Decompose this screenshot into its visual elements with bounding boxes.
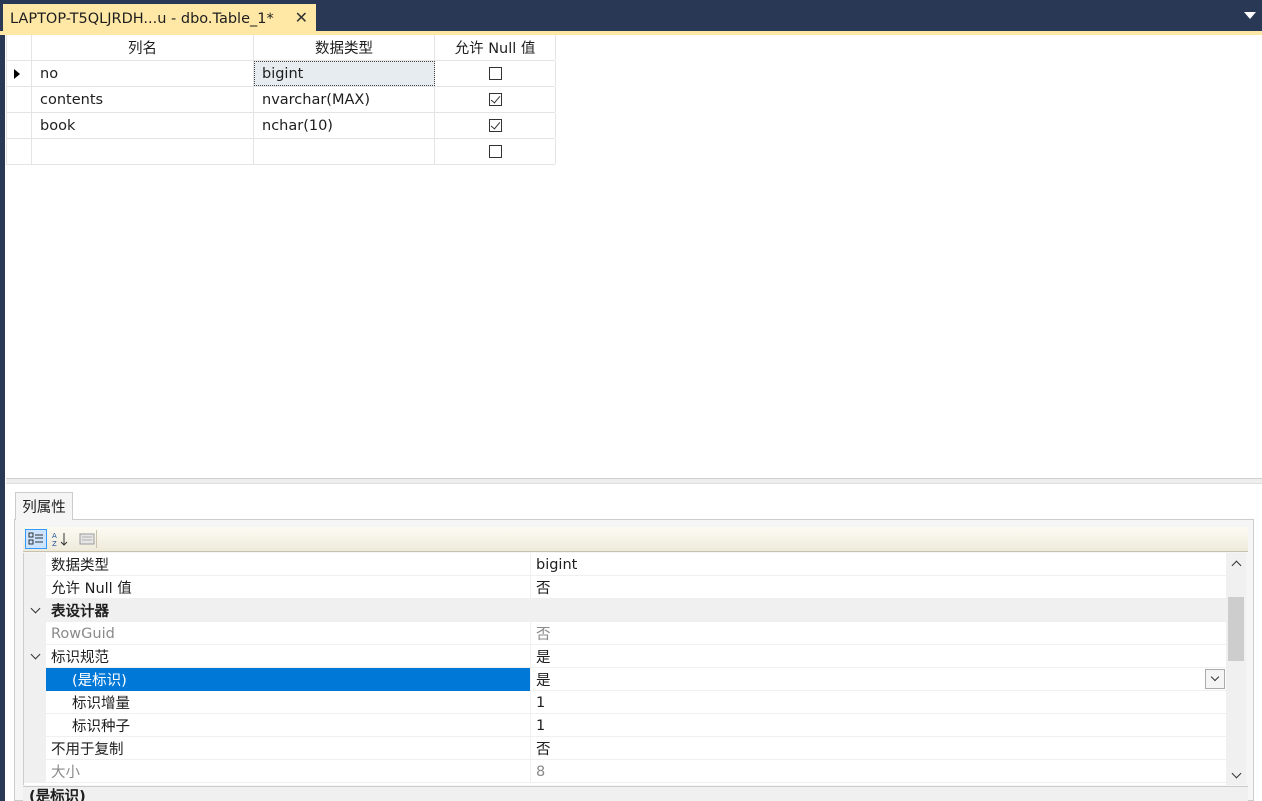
property-value[interactable]: 1 [530,691,1226,714]
chevron-down-icon[interactable] [30,603,40,614]
dropdown-button[interactable] [1205,669,1225,689]
property-value [530,599,1226,622]
allow-null-checkbox[interactable] [488,119,502,132]
property-value: 8 [530,760,1226,783]
tab-list-dropdown-icon[interactable] [1244,12,1256,19]
row-header-corner [7,35,32,60]
property-name: 数据类型 [51,558,109,574]
column-header-allow-null[interactable]: 允许 Null 值 [435,35,556,60]
data-type-cell[interactable]: nchar(10) [254,113,435,138]
scroll-up-button[interactable] [1226,553,1246,573]
property-value: 是 [536,673,551,689]
allow-null-cell [435,61,556,86]
property-name: 标识种子 [72,719,130,735]
sort-alphabetical-icon[interactable]: AZ [49,529,71,549]
allow-null-cell [435,139,556,164]
property-value[interactable]: 否 [530,576,1226,599]
column-name-cell[interactable] [32,139,254,164]
column-name-cell[interactable]: contents [32,87,254,112]
property-name: 不用于复制 [51,742,124,758]
property-row-is-identity[interactable]: (是标识) 是 [24,668,1226,691]
allow-null-checkbox[interactable] [488,145,502,158]
table-designer-grid: 列名 数据类型 允许 Null 值 no bigint contents nva… [6,35,556,165]
scroll-down-button[interactable] [1226,765,1246,785]
row-selector[interactable] [7,113,32,138]
property-row[interactable]: 大小 8 [24,760,1226,783]
category-name: 表设计器 [51,604,109,620]
property-row[interactable]: 标识种子 1 [24,714,1226,737]
column-name-cell[interactable]: no [32,61,254,86]
property-name: RowGuid [51,625,115,642]
property-row[interactable]: RowGuid 否 [24,622,1226,645]
allow-null-cell [435,87,556,112]
data-type-cell[interactable] [254,139,435,164]
property-name: 大小 [51,765,80,781]
chevron-down-icon [1231,768,1241,778]
properties-toolbar: AZ [23,527,1248,552]
column-name-cell[interactable]: book [32,113,254,138]
document-tab-title: LAPTOP-T5QLJRDH...u - dbo.Table_1* [10,10,274,27]
document-tab-strip: LAPTOP-T5QLJRDH...u - dbo.Table_1* ✕ [0,0,1262,33]
property-category-table-designer[interactable]: 表设计器 [24,599,1226,622]
data-type-cell[interactable]: nvarchar(MAX) [254,87,435,112]
svg-text:Z: Z [52,540,57,547]
row-selector[interactable] [7,61,32,86]
property-value-dropdown[interactable]: 是 [530,668,1226,691]
close-icon[interactable]: ✕ [295,10,308,26]
property-value[interactable]: 否 [530,737,1226,760]
property-row[interactable]: 允许 Null 值 否 [24,576,1226,599]
row-selector[interactable] [7,139,32,164]
window-frame [0,35,5,801]
property-row-identity-spec[interactable]: 标识规范 是 [24,645,1226,668]
property-name: (是标识) [46,668,530,691]
table-row[interactable]: book nchar(10) [7,113,556,139]
property-value: 否 [530,622,1226,645]
table-row[interactable]: no bigint [7,61,556,87]
allow-null-checkbox[interactable] [488,67,502,80]
property-name: 标识规范 [51,650,109,666]
property-value[interactable]: bigint [530,553,1226,576]
property-row[interactable]: 不用于复制 否 [24,737,1226,760]
row-selector[interactable] [7,87,32,112]
table-row[interactable]: contents nvarchar(MAX) [7,87,556,113]
allow-null-checkbox[interactable] [488,93,502,106]
property-grid-scrollbar[interactable] [1226,553,1246,785]
chevron-down-icon[interactable] [30,649,40,660]
scrollbar-thumb[interactable] [1228,597,1244,661]
document-tab[interactable]: LAPTOP-T5QLJRDH...u - dbo.Table_1* ✕ [3,4,316,33]
property-value[interactable]: 1 [530,714,1226,737]
data-type-cell[interactable]: bigint [254,61,435,86]
chevron-down-icon [1210,672,1220,682]
property-value[interactable]: 是 [530,645,1226,668]
tab-column-properties[interactable]: 列属性 [15,492,73,520]
column-header-type[interactable]: 数据类型 [254,35,435,60]
property-row[interactable]: 数据类型 bigint [24,553,1226,576]
allow-null-cell [435,113,556,138]
property-pages-icon[interactable] [76,529,98,549]
current-row-arrow-icon [14,68,20,79]
svg-text:A: A [52,532,57,540]
property-description-title: (是标识) [23,786,1248,801]
categorized-icon[interactable] [25,529,47,549]
property-row[interactable]: 标识增量 1 [24,691,1226,714]
table-row-new[interactable] [7,139,556,165]
column-header-name[interactable]: 列名 [32,35,254,60]
property-name: 标识增量 [72,696,130,712]
chevron-up-icon [1231,560,1241,570]
grid-header-row: 列名 数据类型 允许 Null 值 [7,35,556,61]
property-name: 允许 Null 值 [51,581,132,597]
property-grid: 数据类型 bigint 允许 Null 值 否 表设计器 RowGuid 否 标… [23,553,1226,785]
